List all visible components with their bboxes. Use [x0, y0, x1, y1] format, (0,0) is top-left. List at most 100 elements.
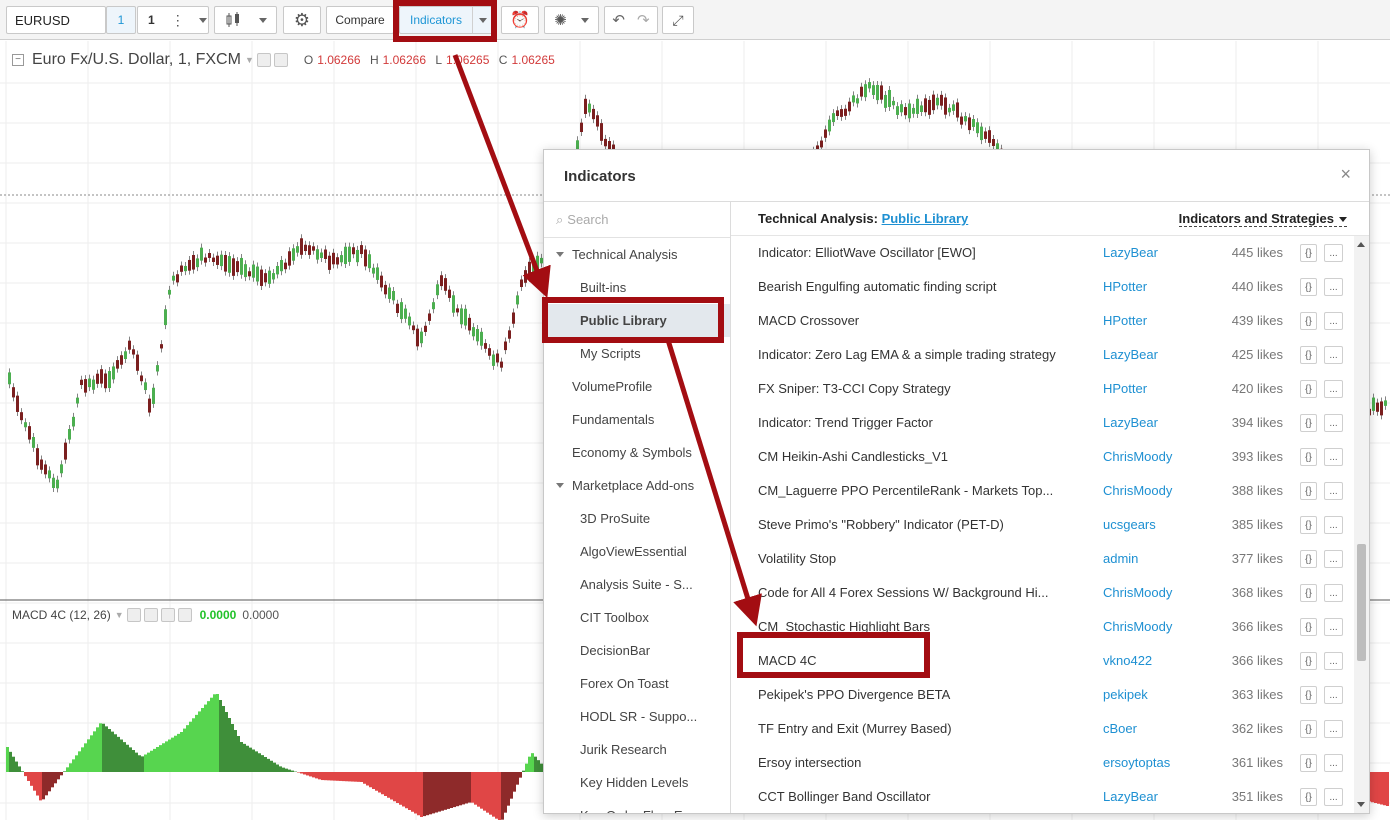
settings-icon[interactable]	[273, 53, 288, 67]
more-button[interactable]: ...	[1324, 346, 1343, 364]
nav-jurik-research[interactable]: Jurik Research	[544, 733, 730, 766]
source-code-button[interactable]: {}	[1300, 516, 1317, 534]
redo-icon[interactable]: ↷	[637, 11, 650, 29]
script-row[interactable]: TF Entry and Exit (Murrey Based) cBoer 362…	[731, 712, 1354, 746]
source-code-button[interactable]: {}	[1300, 380, 1317, 398]
more-button[interactable]: ...	[1324, 618, 1343, 636]
collapse-icon[interactable]: −	[12, 54, 24, 66]
chart-title[interactable]: Euro Fx/U.S. Dollar, 1, FXCM	[32, 51, 241, 69]
script-name[interactable]: Bearish Engulfing automatic finding scri…	[758, 279, 1063, 294]
scroll-down-icon[interactable]	[1357, 802, 1365, 807]
author-link[interactable]: ChrisMoody	[1103, 619, 1172, 634]
script-row[interactable]: CCT Bollinger Band Oscillator LazyBear 351…	[731, 780, 1354, 813]
source-code-button[interactable]: {}	[1300, 686, 1317, 704]
more-button[interactable]: ...	[1324, 482, 1343, 500]
author-link[interactable]: HPotter	[1103, 381, 1147, 396]
nav-my-scripts[interactable]: My Scripts	[544, 337, 730, 370]
script-row[interactable]: Code for All 4 Forex Sessions W/ Backgro…	[731, 576, 1354, 610]
script-row[interactable]: CM_Laguerre PPO PercentileRank - Markets…	[731, 474, 1354, 508]
author-link[interactable]: LazyBear	[1103, 415, 1158, 430]
source-code-button[interactable]: {}	[1300, 720, 1317, 738]
author-link[interactable]: pekipek	[1103, 687, 1148, 702]
fullscreen-button[interactable]: ⤢	[662, 6, 694, 34]
script-name[interactable]: Ersoy intersection	[758, 755, 1063, 770]
source-code-button[interactable]: {}	[1300, 652, 1317, 670]
author-link[interactable]: ChrisMoody	[1103, 483, 1172, 498]
script-row[interactable]: Volatility Stop admin 377 likes {}...	[731, 542, 1354, 576]
eye-icon[interactable]	[256, 53, 271, 67]
script-row[interactable]: CM_Stochastic Highlight Bars ChrisMoody 36…	[731, 610, 1354, 644]
script-row[interactable]: MACD 4C vkno422 366 likes {}...	[731, 644, 1354, 678]
symbol-input[interactable]: EURUSD	[6, 6, 106, 34]
script-row[interactable]: Steve Primo's "Robbery" Indicator (PET-D…	[731, 508, 1354, 542]
nav-technical-analysis[interactable]: Technical Analysis	[544, 238, 730, 271]
source-code-button[interactable]: {}	[1300, 482, 1317, 500]
script-row[interactable]: Indicator: Zero Lag EMA & a simple tradi…	[731, 338, 1354, 372]
nav-forex-on-toast[interactable]: Forex On Toast	[544, 667, 730, 700]
author-link[interactable]: ersoytoptas	[1103, 755, 1170, 770]
close-icon[interactable]: ×	[1340, 164, 1351, 185]
more-button[interactable]: ...	[1324, 278, 1343, 296]
nav-decisionbar[interactable]: DecisionBar	[544, 634, 730, 667]
script-name[interactable]: CM_Stochastic Highlight Bars	[758, 619, 1063, 634]
macd-label[interactable]: MACD 4C (12, 26)	[12, 608, 111, 622]
more-button[interactable]: ...	[1324, 754, 1343, 772]
more-button[interactable]: ...	[1324, 244, 1343, 262]
nav-key-order-flow[interactable]: Key Order Flow E...	[544, 799, 730, 813]
script-name[interactable]: Pekipek's PPO Divergence BETA	[758, 687, 1063, 702]
search-input[interactable]: ⌕ Search	[544, 202, 730, 238]
nav-marketplace-addons[interactable]: Marketplace Add-ons	[544, 469, 730, 502]
source-code-button[interactable]: {}	[1300, 550, 1317, 568]
nav-algoviewessential[interactable]: AlgoViewEssential	[544, 535, 730, 568]
more-button[interactable]: ...	[1324, 652, 1343, 670]
script-name[interactable]: Indicator: Trend Trigger Factor	[758, 415, 1063, 430]
script-name[interactable]: CM_Laguerre PPO PercentileRank - Markets…	[758, 483, 1063, 498]
script-row[interactable]: Pekipek's PPO Divergence BETA pekipek 363 …	[731, 678, 1354, 712]
author-link[interactable]: LazyBear	[1103, 789, 1158, 804]
chevron-down-icon[interactable]: ▼	[115, 610, 124, 620]
source-code-button[interactable]: {}	[1300, 618, 1317, 636]
ideas-button[interactable]: ✺	[544, 6, 599, 34]
source-code-button[interactable]: {}	[1300, 278, 1317, 296]
script-name[interactable]: Code for All 4 Forex Sessions W/ Backgro…	[758, 585, 1063, 600]
source-code-button[interactable]: {}	[1300, 448, 1317, 466]
more-button[interactable]: ...	[1324, 686, 1343, 704]
script-row[interactable]: Bearish Engulfing automatic finding scri…	[731, 270, 1354, 304]
source-code-button[interactable]: {}	[1300, 584, 1317, 602]
author-link[interactable]: HPotter	[1103, 313, 1147, 328]
settings-icon[interactable]	[143, 608, 158, 622]
script-name[interactable]: TF Entry and Exit (Murrey Based)	[758, 721, 1063, 736]
more-button[interactable]: ...	[1324, 448, 1343, 466]
script-row[interactable]: MACD Crossover HPotter 439 likes {}...	[731, 304, 1354, 338]
author-link[interactable]: LazyBear	[1103, 347, 1158, 362]
author-link[interactable]: vkno422	[1103, 653, 1152, 668]
settings-button[interactable]: ⚙	[283, 6, 321, 34]
breadcrumb-link[interactable]: Public Library	[882, 211, 969, 226]
alert-button[interactable]: ⏰	[501, 6, 539, 34]
nav-economy-symbols[interactable]: Economy & Symbols	[544, 436, 730, 469]
chart-style-button[interactable]	[214, 6, 277, 34]
script-name[interactable]: CM Heikin-Ashi Candlesticks_V1	[758, 449, 1063, 464]
nav-3d-prosuite[interactable]: 3D ProSuite	[544, 502, 730, 535]
nav-hodl-sr[interactable]: HODL SR - Suppo...	[544, 700, 730, 733]
source-code-icon[interactable]	[160, 608, 175, 622]
more-button[interactable]: ...	[1324, 312, 1343, 330]
nav-key-hidden-levels[interactable]: Key Hidden Levels	[544, 766, 730, 799]
author-link[interactable]: ChrisMoody	[1103, 585, 1172, 600]
nav-built-ins[interactable]: Built-ins	[544, 271, 730, 304]
author-link[interactable]: admin	[1103, 551, 1138, 566]
more-button[interactable]: ...	[1324, 788, 1343, 806]
eye-icon[interactable]	[126, 608, 141, 622]
chevron-down-icon[interactable]: ▼	[245, 55, 254, 65]
author-link[interactable]: ucsgears	[1103, 517, 1156, 532]
script-row[interactable]: Indicator: ElliotWave Oscillator [EWO] La…	[731, 236, 1354, 270]
undo-icon[interactable]: ↶	[612, 11, 625, 29]
source-code-button[interactable]: {}	[1300, 754, 1317, 772]
source-code-button[interactable]: {}	[1300, 788, 1317, 806]
author-link[interactable]: HPotter	[1103, 279, 1147, 294]
more-button[interactable]: ...	[1324, 516, 1343, 534]
source-code-button[interactable]: {}	[1300, 312, 1317, 330]
source-code-button[interactable]: {}	[1300, 346, 1317, 364]
source-code-button[interactable]: {}	[1300, 244, 1317, 262]
compare-button[interactable]: Compare	[326, 6, 394, 34]
